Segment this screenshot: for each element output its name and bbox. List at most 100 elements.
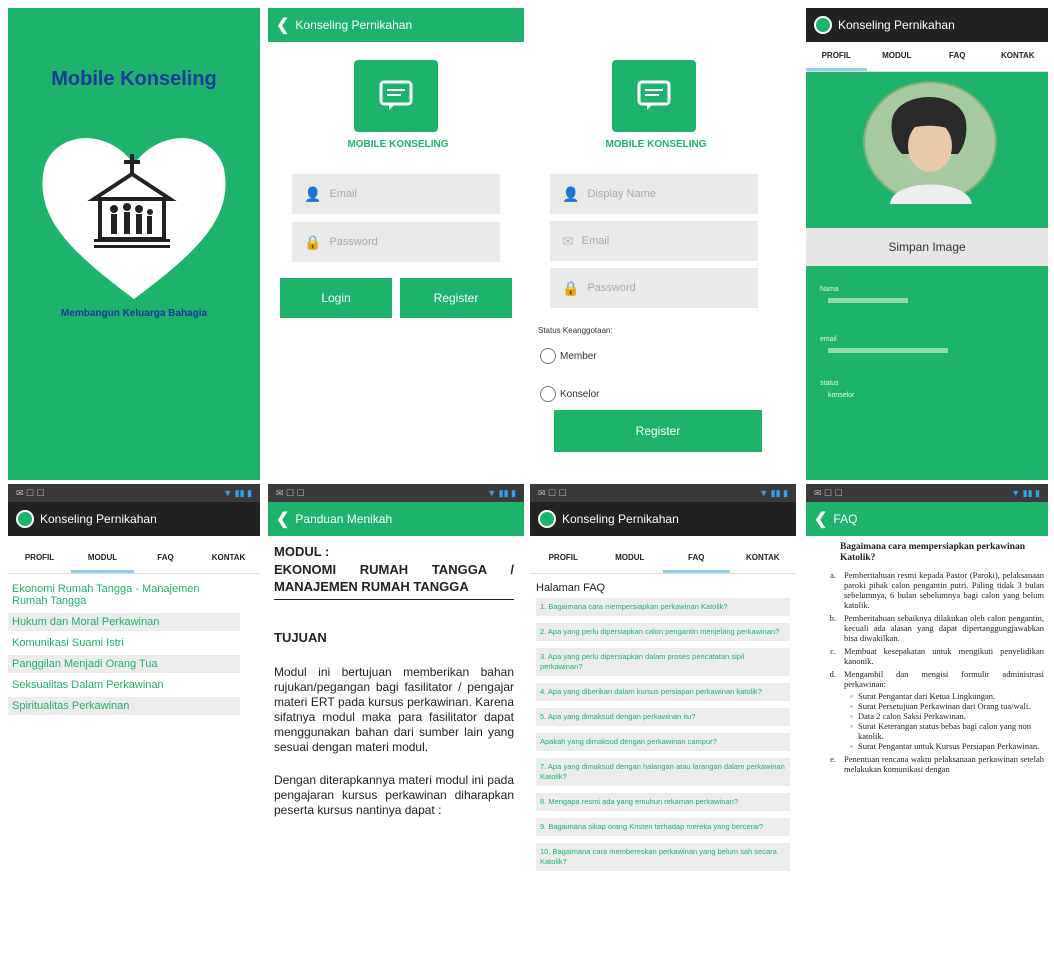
- list-item[interactable]: 1. Bagaimana cara mempersiapkan perkawin…: [536, 598, 790, 616]
- tab-bar: PROFIL MODUL FAQ KONTAK: [806, 42, 1048, 72]
- radio-member[interactable]: Member: [540, 348, 597, 364]
- list-item[interactable]: 9. Bagaimana sikap orang Kristen terhada…: [536, 818, 790, 836]
- splash-screen: Mobile Konseling Membangun Keluarga Baha…: [8, 8, 260, 480]
- list-item[interactable]: 4. Apa yang diberikan dalam kursus persi…: [536, 683, 790, 701]
- list-item[interactable]: 8. Mengapa resmi ada yang emuhun rekaman…: [536, 793, 790, 811]
- tab-faq[interactable]: FAQ: [663, 544, 730, 573]
- status-bar: ✉ ☐ ☐ ▼ ▮▮ ▮: [806, 484, 1048, 502]
- tab-profil[interactable]: PROFIL: [530, 544, 597, 573]
- answer-subitems: ◦ Surat Pengantar dari Ketua Lingkungan. …: [850, 691, 1040, 751]
- list-item[interactable]: 5. Apa yang dimaksud dengan perkawinan i…: [536, 708, 790, 726]
- faq-question: Bagaimana cara mempersiapkan perkawinan …: [840, 542, 1025, 563]
- password-input[interactable]: 🔒 Password: [292, 222, 500, 262]
- list-item[interactable]: 7. Apa yang dimaksud dengan halangan ata…: [536, 758, 790, 786]
- page-title: Halaman FAQ: [536, 582, 606, 594]
- tab-bar: PROFIL MODUL FAQ KONTAK: [530, 544, 796, 574]
- save-image-button[interactable]: Simpan Image: [806, 228, 1048, 266]
- tab-faq[interactable]: FAQ: [134, 544, 197, 573]
- register-button[interactable]: Register: [400, 278, 512, 318]
- app-logo-icon: [814, 16, 832, 34]
- logo-caption: MOBILE KONSELING: [347, 139, 449, 150]
- list-item[interactable]: Apakah yang dimaksud dengan perkawinan c…: [536, 733, 790, 751]
- faq-list-screen: ✉ ☐ ☐ ▼ ▮▮ ▮ Konseling Pernikahan PROFIL …: [530, 484, 796, 952]
- profile-appbar: Konseling Pernikahan: [806, 8, 1048, 42]
- lock-icon: 🔒: [304, 233, 322, 250]
- modul-detail-appbar: ❮ Panduan Menikah: [268, 502, 524, 536]
- radio-konselor[interactable]: Konselor: [540, 386, 599, 402]
- status-bar: ✉ ☐ ☐ ▼ ▮▮ ▮: [530, 484, 796, 502]
- tab-kontak[interactable]: KONTAK: [730, 544, 797, 573]
- logo-caption: MOBILE KONSELING: [605, 139, 707, 150]
- tab-profil[interactable]: PROFIL: [806, 42, 867, 71]
- email-label: email: [820, 336, 837, 343]
- list-item[interactable]: 2. Apa yang perlu dipersiapkan calon pen…: [536, 623, 790, 641]
- app-logo-icon: [16, 510, 34, 528]
- list-item[interactable]: 10. Bagaimana cara membereskan perkawina…: [536, 843, 790, 871]
- modul-subheading: EKONOMI RUMAH TANGGA / MANAJEMEN RUMAH T…: [274, 561, 514, 600]
- faq-appbar: Konseling Pernikahan: [530, 502, 796, 536]
- appbar-title: Konseling Pernikahan: [40, 512, 157, 526]
- list-item[interactable]: Ekonomi Rumah Tangga - Manajemen Rumah T…: [8, 580, 240, 610]
- radio-circle-icon: [540, 348, 556, 364]
- status-bar: ✉ ☐ ☐ ▼ ▮▮ ▮: [268, 484, 524, 502]
- answer-item: b. Pemberitahuan sebaiknya dilakukan ole…: [829, 613, 1044, 643]
- modul-detail-screen: ✉ ☐ ☐ ▼ ▮▮ ▮ ❮ Panduan Menikah MODUL : EK…: [268, 484, 524, 952]
- avatar[interactable]: [862, 80, 998, 204]
- tab-modul[interactable]: MODUL: [597, 544, 664, 573]
- back-arrow-icon[interactable]: ❮: [814, 509, 827, 529]
- login-button[interactable]: Login: [280, 278, 392, 318]
- appbar-title: Konseling Pernikahan: [838, 18, 955, 32]
- heart-church-logo: [42, 138, 226, 299]
- splash-tagline: Membangun Keluarga Bahagia: [60, 308, 208, 319]
- register-button[interactable]: Register: [554, 410, 762, 452]
- modul-list: Ekonomi Rumah Tangga - Manajemen Rumah T…: [8, 580, 240, 718]
- tab-bar: PROFIL MODUL FAQ KONTAK: [8, 544, 260, 574]
- back-arrow-icon[interactable]: ❮: [276, 15, 289, 35]
- tab-modul[interactable]: MODUL: [71, 544, 134, 573]
- answer-item: a. Pemberitahuan resmi kepada Pastor (Pa…: [830, 570, 1044, 610]
- modul-content: MODUL : EKONOMI RUMAH TANGGA / MANAJEMEN…: [274, 544, 514, 818]
- list-item[interactable]: 3. Apa yang perlu dipersiapkan dalam pro…: [536, 648, 790, 676]
- answer-item: d. Mengambil dan mengisi formulir admini…: [829, 669, 1044, 689]
- status-value: konselor: [828, 392, 855, 399]
- status-bar: ✉ ☐ ☐ ▼ ▮▮ ▮: [8, 484, 260, 502]
- answer-item: c. Membuat kesepakatan untuk mengikuti p…: [830, 646, 1044, 666]
- list-item[interactable]: Panggilan Menjadi Orang Tua: [8, 655, 240, 673]
- login-appbar: ❮ Konseling Pernikahan: [268, 8, 524, 42]
- modul-list-screen: ✉ ☐ ☐ ▼ ▮▮ ▮ Konseling Pernikahan PROFIL …: [8, 484, 260, 952]
- lock-icon: 🔒: [562, 279, 580, 296]
- appbar-title: Konseling Pernikahan: [562, 512, 679, 526]
- modul-appbar: Konseling Pernikahan: [8, 502, 260, 536]
- section-title: TUJUAN: [274, 630, 327, 645]
- tab-profil[interactable]: PROFIL: [8, 544, 71, 573]
- modul-heading: MODUL :: [274, 544, 330, 559]
- tab-modul[interactable]: MODUL: [867, 42, 928, 71]
- app-logo-icon: [354, 60, 438, 132]
- list-item[interactable]: Komunikasi Suami Istri: [8, 634, 240, 652]
- user-icon: 👤: [304, 185, 322, 202]
- splash-title: Mobile Konseling: [51, 68, 217, 90]
- login-screen: ❮ Konseling Pernikahan MOBILE KONSELING …: [268, 8, 524, 480]
- faq-answer: Bagaimana cara mempersiapkan perkawinan …: [810, 542, 1044, 774]
- display-name-input[interactable]: 👤 Display Name: [550, 174, 758, 214]
- email-input[interactable]: ✉ Email: [550, 221, 758, 261]
- tab-kontak[interactable]: KONTAK: [197, 544, 260, 573]
- appbar-title: FAQ: [833, 512, 858, 526]
- tab-kontak[interactable]: KONTAK: [988, 42, 1049, 71]
- list-item[interactable]: Seksualitas Dalam Perkawinan: [8, 676, 240, 694]
- email-input[interactable]: 👤 Email: [292, 174, 500, 214]
- radio-circle-icon: [540, 386, 556, 402]
- app-logo-icon: [612, 60, 696, 132]
- appbar-title: Panduan Menikah: [295, 512, 393, 526]
- back-arrow-icon[interactable]: ❮: [276, 509, 289, 529]
- list-item[interactable]: Spiritualitas Perkawinan: [8, 697, 240, 715]
- tab-faq[interactable]: FAQ: [927, 42, 988, 71]
- password-input[interactable]: 🔒 Password: [550, 268, 758, 308]
- profile-screen: Konseling Pernikahan PROFIL MODUL FAQ KO…: [806, 8, 1048, 480]
- answer-item: e. Penentuan rencana waktu pelaksanaan p…: [830, 754, 1044, 774]
- mail-icon: ✉: [562, 232, 574, 249]
- email-value: [828, 348, 948, 353]
- name-value: [828, 298, 908, 303]
- list-item[interactable]: Hukum dan Moral Perkawinan: [8, 613, 240, 631]
- paragraph: Dengan diterapkannya materi modul ini pa…: [274, 773, 514, 817]
